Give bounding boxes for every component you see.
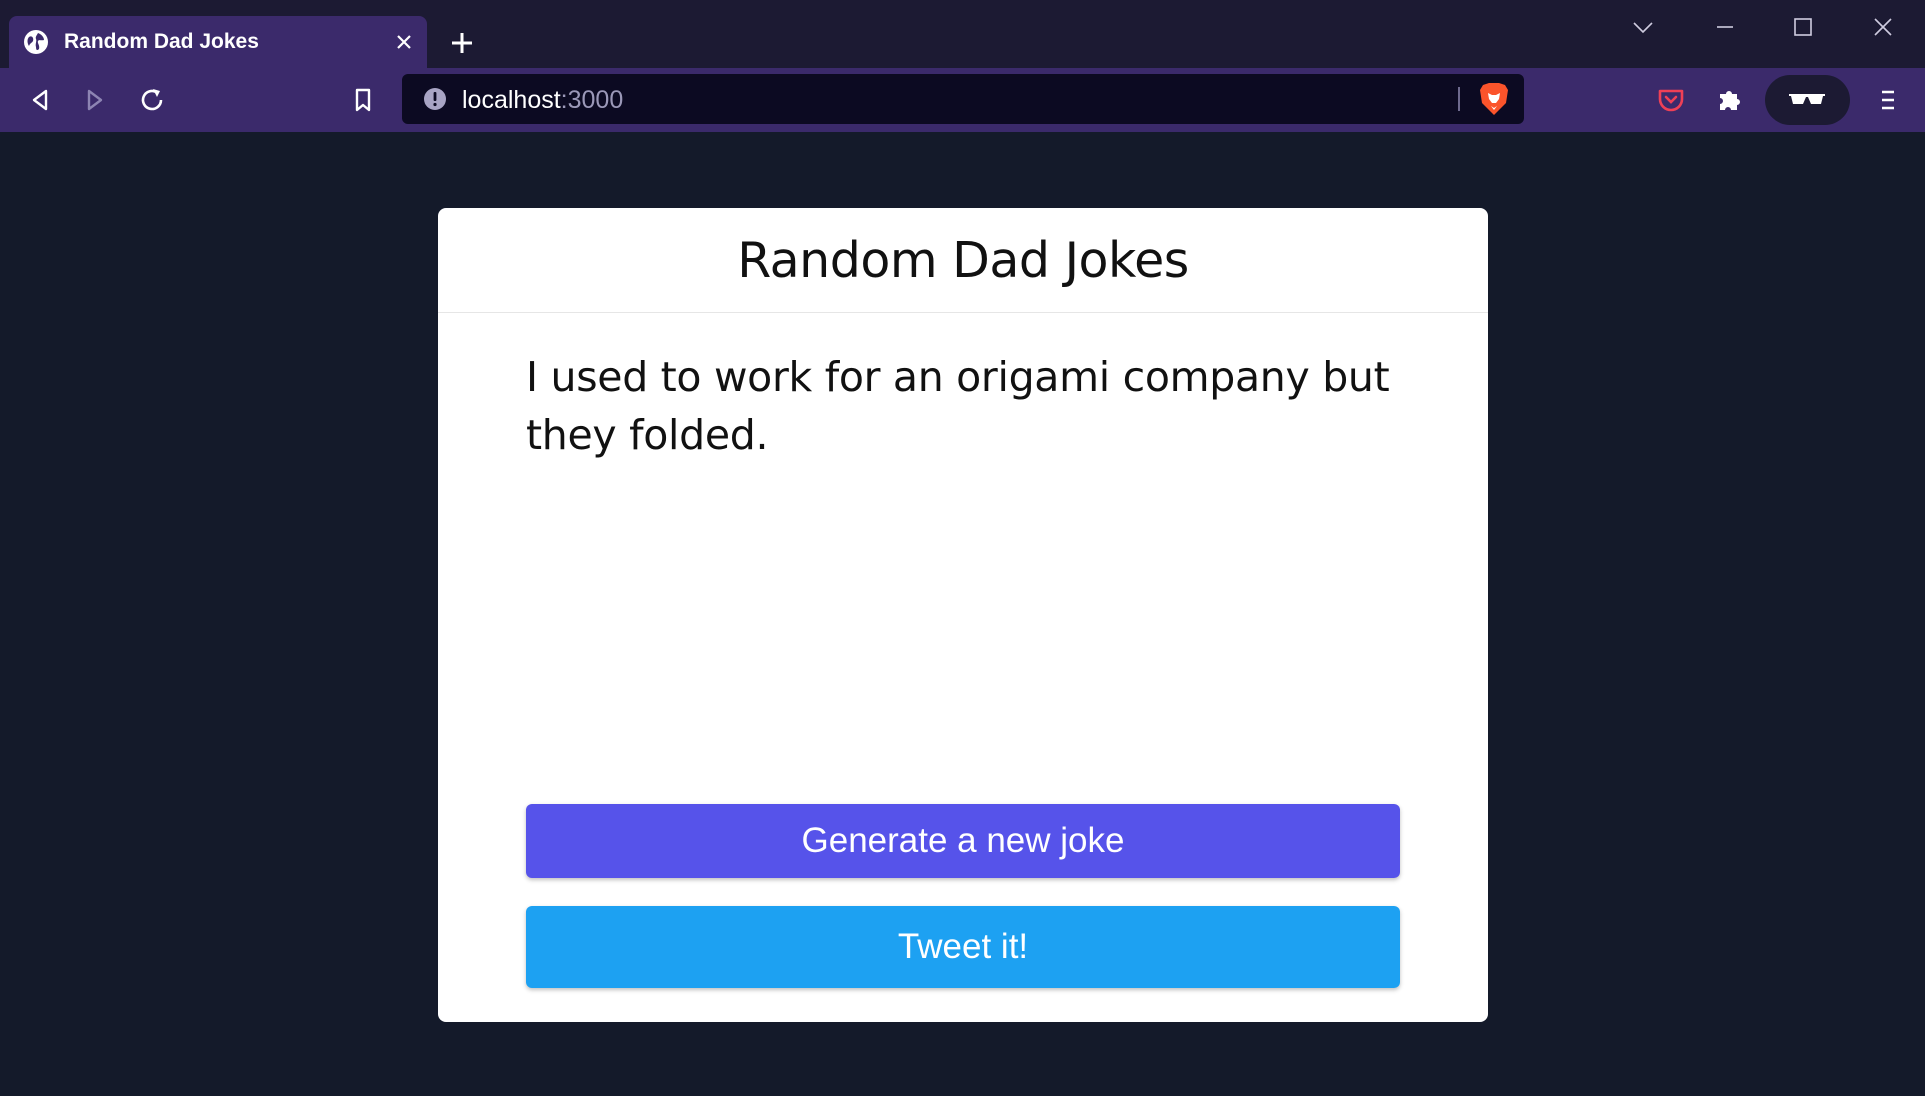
card-header: Random Dad Jokes <box>438 208 1488 313</box>
page-title: Random Dad Jokes <box>737 231 1189 289</box>
joke-card: Random Dad Jokes I used to work for an o… <box>438 208 1488 1022</box>
hamburger-menu-icon[interactable] <box>1873 85 1903 115</box>
forward-arrow-icon[interactable] <box>80 85 110 115</box>
plus-icon[interactable] <box>448 29 476 57</box>
private-window-indicator[interactable] <box>1765 75 1850 125</box>
back-arrow-icon[interactable] <box>25 85 55 115</box>
pocket-icon[interactable] <box>1656 85 1686 115</box>
address-url[interactable]: localhost:3000 <box>462 86 623 115</box>
bookmark-icon[interactable] <box>348 85 378 115</box>
browser-tab-bar: Random Dad Jokes <box>0 0 1925 68</box>
minimize-icon[interactable] <box>1712 14 1738 40</box>
generate-joke-button[interactable]: Generate a new joke <box>526 804 1400 878</box>
reload-icon[interactable] <box>137 85 167 115</box>
address-bar-divider <box>1458 87 1460 111</box>
info-icon[interactable] <box>423 87 447 111</box>
browser-tab[interactable]: Random Dad Jokes <box>9 16 427 68</box>
address-bar[interactable]: localhost:3000 <box>402 74 1524 124</box>
url-host: localhost <box>462 86 561 114</box>
maximize-icon[interactable] <box>1790 14 1816 40</box>
brave-lion-icon[interactable] <box>1477 81 1511 117</box>
tab-title: Random Dad Jokes <box>64 30 259 53</box>
globe-icon <box>23 29 49 55</box>
glasses-icon <box>1789 94 1825 104</box>
url-port: :3000 <box>560 86 624 114</box>
close-window-icon[interactable] <box>1870 14 1896 40</box>
close-icon[interactable] <box>391 29 417 55</box>
browser-toolbar: localhost:3000 <box>0 68 1925 132</box>
chevron-down-icon[interactable] <box>1630 14 1656 40</box>
joke-text: I used to work for an origami company bu… <box>526 353 1390 459</box>
tweet-button[interactable]: Tweet it! <box>526 906 1400 988</box>
puzzle-icon[interactable] <box>1715 85 1745 115</box>
